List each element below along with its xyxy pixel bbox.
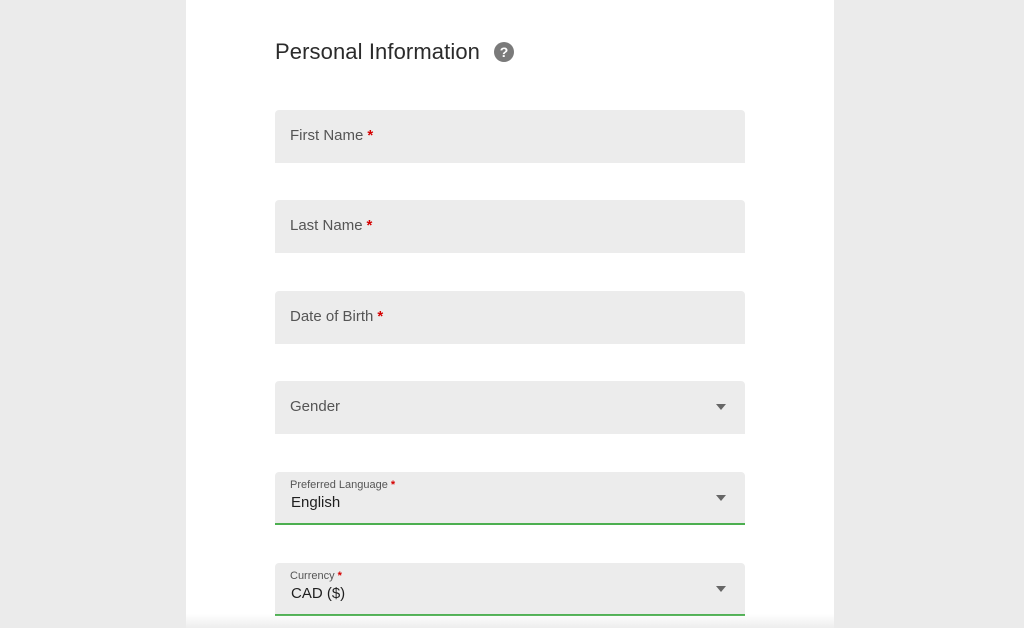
date-of-birth-label: Date of Birth * [290, 308, 384, 325]
required-mark: * [377, 308, 384, 325]
help-icon[interactable]: ? [494, 42, 514, 62]
section-title: Personal Information [275, 39, 480, 64]
required-mark: * [337, 570, 342, 582]
last-name-label: Last Name * [290, 217, 373, 234]
preferred-language-label: Preferred Language * [290, 479, 396, 491]
chevron-down-icon[interactable] [716, 495, 726, 501]
preferred-language-select[interactable]: Preferred Language * English [275, 472, 745, 525]
required-mark: * [366, 217, 373, 234]
required-mark: * [367, 127, 374, 144]
chevron-down-icon[interactable] [716, 586, 726, 592]
chevron-down-icon[interactable] [716, 404, 726, 410]
currency-value: CAD ($) [291, 585, 346, 602]
currency-label: Currency * [290, 570, 342, 582]
section-header: Personal Information ? [275, 36, 514, 68]
gender-label: Gender [290, 398, 341, 415]
preferred-language-value: English [291, 494, 341, 511]
date-of-birth-field[interactable]: Date of Birth * [275, 291, 745, 344]
first-name-label: First Name * [290, 127, 374, 144]
first-name-field[interactable]: First Name * [275, 110, 745, 163]
gender-select[interactable]: Gender [275, 381, 745, 434]
currency-select[interactable]: Currency * CAD ($) [275, 563, 745, 616]
required-mark: * [390, 479, 396, 491]
last-name-field[interactable]: Last Name * [275, 200, 745, 253]
